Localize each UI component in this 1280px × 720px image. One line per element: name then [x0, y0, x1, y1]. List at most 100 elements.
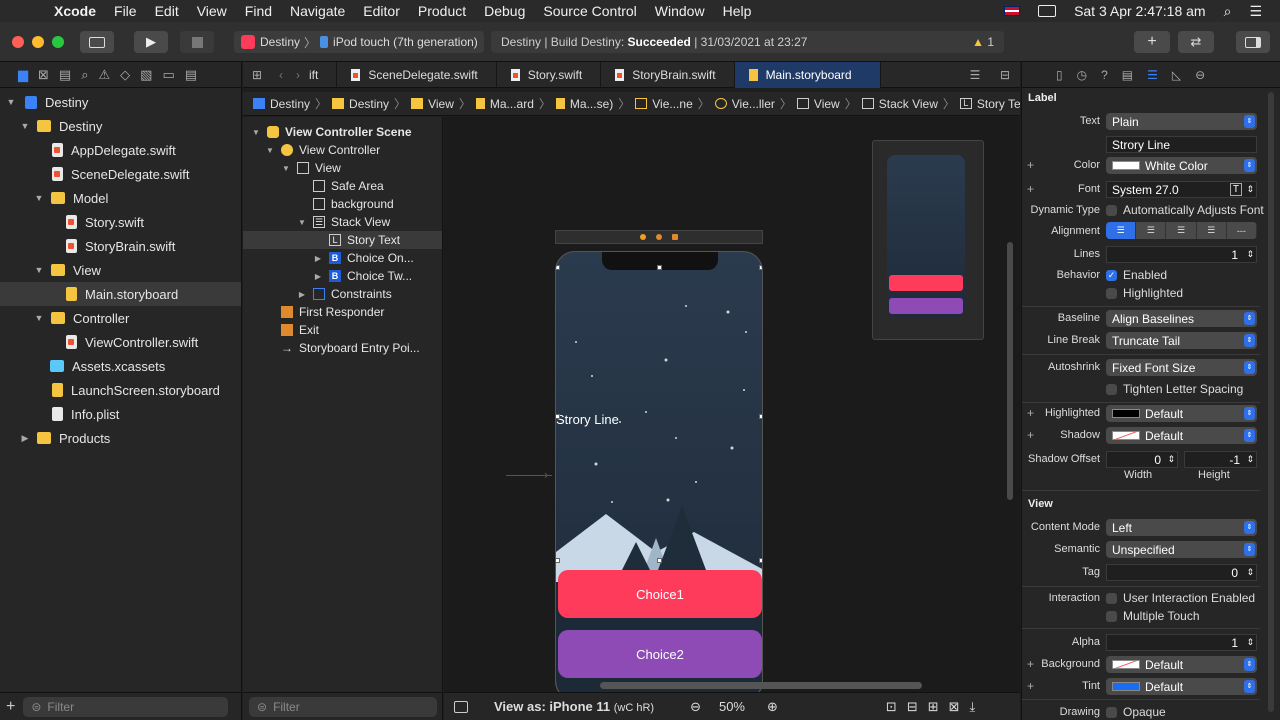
stepper-icon[interactable]: ⇕: [1246, 184, 1254, 195]
menu-source-control[interactable]: Source Control: [543, 3, 636, 19]
help-inspector-icon[interactable]: ?: [1101, 68, 1108, 82]
outline-filter-input[interactable]: ⊜ Filter: [249, 696, 437, 717]
tree-item-viewcontroller[interactable]: ViewController.swift: [0, 330, 241, 354]
stepper-icon[interactable]: ⇕: [1246, 249, 1254, 260]
breadcrumb-folder[interactable]: Destiny 〉: [332, 95, 411, 112]
shadow-color-popup[interactable]: Default ⇕: [1106, 427, 1257, 444]
exit-dock-icon[interactable]: [672, 234, 678, 240]
toggle-inspector-button[interactable]: [1236, 31, 1270, 53]
tree-item-controller-folder[interactable]: ▼ Controller: [0, 306, 241, 330]
zoom-window-button[interactable]: [52, 36, 64, 48]
outline-item-constraints[interactable]: ▶ Constraints: [243, 285, 442, 303]
breadcrumb-story-text[interactable]: L Story Text: [959, 97, 1020, 111]
editor-options-icon[interactable]: ☰: [960, 68, 990, 82]
resize-handle[interactable]: [556, 414, 560, 419]
disclosure-closed-icon[interactable]: ▶: [313, 254, 323, 263]
storyboard-canvas[interactable]: › Strory Line Choice1 Choice2: [444, 117, 1020, 692]
add-editor-icon[interactable]: ⊟: [990, 68, 1020, 82]
tag-stepper[interactable]: 0 ⇕: [1106, 564, 1257, 581]
multiple-touch-checkbox[interactable]: Multiple Touch: [1106, 609, 1200, 623]
outline-item-choice-two[interactable]: ▶ B Choice Tw...: [243, 267, 442, 285]
highlighted-color-popup[interactable]: Default ⇕: [1106, 405, 1257, 422]
baseline-popup[interactable]: Align Baselines ⇕: [1106, 310, 1257, 327]
connections-inspector-icon[interactable]: ⊖: [1195, 68, 1205, 82]
embed-in-icon[interactable]: ⤓: [970, 699, 976, 715]
issue-icon[interactable]: ⚠: [98, 67, 110, 83]
autoshrink-popup[interactable]: Fixed Font Size ⇕: [1106, 359, 1257, 376]
menu-edit[interactable]: Edit: [155, 3, 179, 19]
tint-color-popup[interactable]: Default ⇕: [1106, 678, 1257, 695]
debug-icon[interactable]: ▧: [140, 67, 152, 83]
stepper-icon[interactable]: ⇕: [1246, 567, 1254, 578]
disclosure-open-icon[interactable]: ▼: [281, 164, 291, 173]
color-popup[interactable]: White Color ⇕: [1106, 157, 1257, 174]
view-as-device[interactable]: View as: iPhone 11 (wC hR): [494, 699, 654, 714]
stepper-icon[interactable]: ⇕: [1246, 637, 1254, 648]
breadcrumb-stack-view[interactable]: Stack View 〉: [861, 95, 960, 112]
minimap-scene[interactable]: [872, 140, 984, 340]
iphone-scene[interactable]: Strory Line Choice1 Choice2: [555, 251, 763, 692]
add-file-icon[interactable]: +: [6, 698, 15, 716]
background-color-popup[interactable]: Default ⇕: [1106, 656, 1257, 673]
file-inspector-icon[interactable]: ▯: [1056, 68, 1063, 82]
breadcrumb-storyboard[interactable]: Ma...ard 〉: [475, 95, 556, 112]
disclosure-open-icon[interactable]: ▼: [19, 121, 31, 131]
filter-options-icon[interactable]: ⊜: [31, 700, 41, 714]
folder-icon[interactable]: ▆: [18, 67, 28, 83]
menu-app[interactable]: Xcode: [54, 3, 96, 19]
run-button[interactable]: ▶: [134, 31, 168, 53]
warning-count[interactable]: 1: [987, 35, 994, 49]
align-natural-icon[interactable]: ---: [1227, 222, 1257, 239]
symbol-icon[interactable]: ▤: [59, 67, 71, 83]
tab-truncated[interactable]: ift: [305, 61, 338, 88]
disclosure-open-icon[interactable]: ▼: [265, 146, 275, 155]
tree-item-info-plist[interactable]: Info.plist: [0, 402, 241, 426]
breadcrumb-view-controller[interactable]: Vie...ller 〉: [714, 95, 797, 112]
control-center-icon[interactable]: ☰: [1249, 3, 1262, 20]
tree-item-model-folder[interactable]: ▼ Model: [0, 186, 241, 210]
vc-dock-icon[interactable]: [640, 234, 646, 240]
flag-icon[interactable]: [1004, 6, 1021, 16]
spotlight-icon[interactable]: ⌕: [1224, 3, 1232, 20]
tab-storybrain[interactable]: StoryBrain.swift: [601, 61, 735, 88]
tighten-spacing-checkbox[interactable]: Tighten Letter Spacing: [1106, 382, 1243, 396]
tab-scenedelegate[interactable]: SceneDelegate.swift: [337, 61, 497, 88]
menu-editor[interactable]: Editor: [363, 3, 400, 19]
tree-item-scenedelegate[interactable]: SceneDelegate.swift: [0, 162, 241, 186]
tree-item-assets[interactable]: Assets.xcassets: [0, 354, 241, 378]
font-picker-icon[interactable]: T: [1229, 183, 1242, 196]
disclosure-closed-icon[interactable]: ▶: [297, 290, 307, 299]
horizontal-scrollbar[interactable]: [600, 682, 922, 689]
menu-navigate[interactable]: Navigate: [290, 3, 345, 19]
tab-story[interactable]: Story.swift: [497, 61, 602, 88]
text-field[interactable]: Strory Line: [1106, 136, 1257, 153]
warning-icon[interactable]: ▲: [972, 35, 984, 49]
outline-item-exit[interactable]: Exit: [243, 321, 442, 339]
toggle-navigator-button[interactable]: [80, 31, 114, 53]
outline-item-view[interactable]: ▼ View: [243, 159, 442, 177]
responder-dock-icon[interactable]: [656, 234, 662, 240]
alpha-stepper[interactable]: 1 ⇕: [1106, 634, 1257, 651]
choice1-button[interactable]: Choice1: [558, 570, 762, 618]
align-right-icon[interactable]: ☰: [1166, 222, 1197, 239]
attributes-inspector-icon[interactable]: ☰: [1147, 68, 1158, 82]
inspector-scrollbar[interactable]: [1268, 92, 1274, 712]
outline-item-background[interactable]: background: [243, 195, 442, 213]
disclosure-closed-icon[interactable]: ▶: [313, 272, 323, 281]
resolve-issues-icon[interactable]: ⊠: [949, 699, 960, 715]
outline-item-choice-one[interactable]: ▶ B Choice On...: [243, 249, 442, 267]
tree-item-products-folder[interactable]: ▶ Products: [0, 426, 241, 450]
story-text-label[interactable]: Strory Line: [556, 412, 619, 427]
menu-debug[interactable]: Debug: [484, 3, 525, 19]
identity-inspector-icon[interactable]: ▤: [1122, 68, 1133, 82]
update-frames-icon[interactable]: ⊡: [886, 699, 897, 715]
breadcrumb-view-folder[interactable]: View 〉: [411, 95, 476, 112]
stepper-icon[interactable]: ⇕: [1246, 454, 1254, 465]
tree-item-launchscreen[interactable]: LaunchScreen.storyboard: [0, 378, 241, 402]
text-type-popup[interactable]: Plain ⇕: [1106, 113, 1257, 130]
size-inspector-icon[interactable]: ◺: [1172, 68, 1181, 82]
zoom-in-icon[interactable]: ⊕: [767, 699, 778, 715]
tree-item-story[interactable]: Story.swift: [0, 210, 241, 234]
disclosure-open-icon[interactable]: ▼: [33, 193, 45, 203]
shadow-height-stepper[interactable]: -1 ⇕: [1184, 451, 1257, 468]
